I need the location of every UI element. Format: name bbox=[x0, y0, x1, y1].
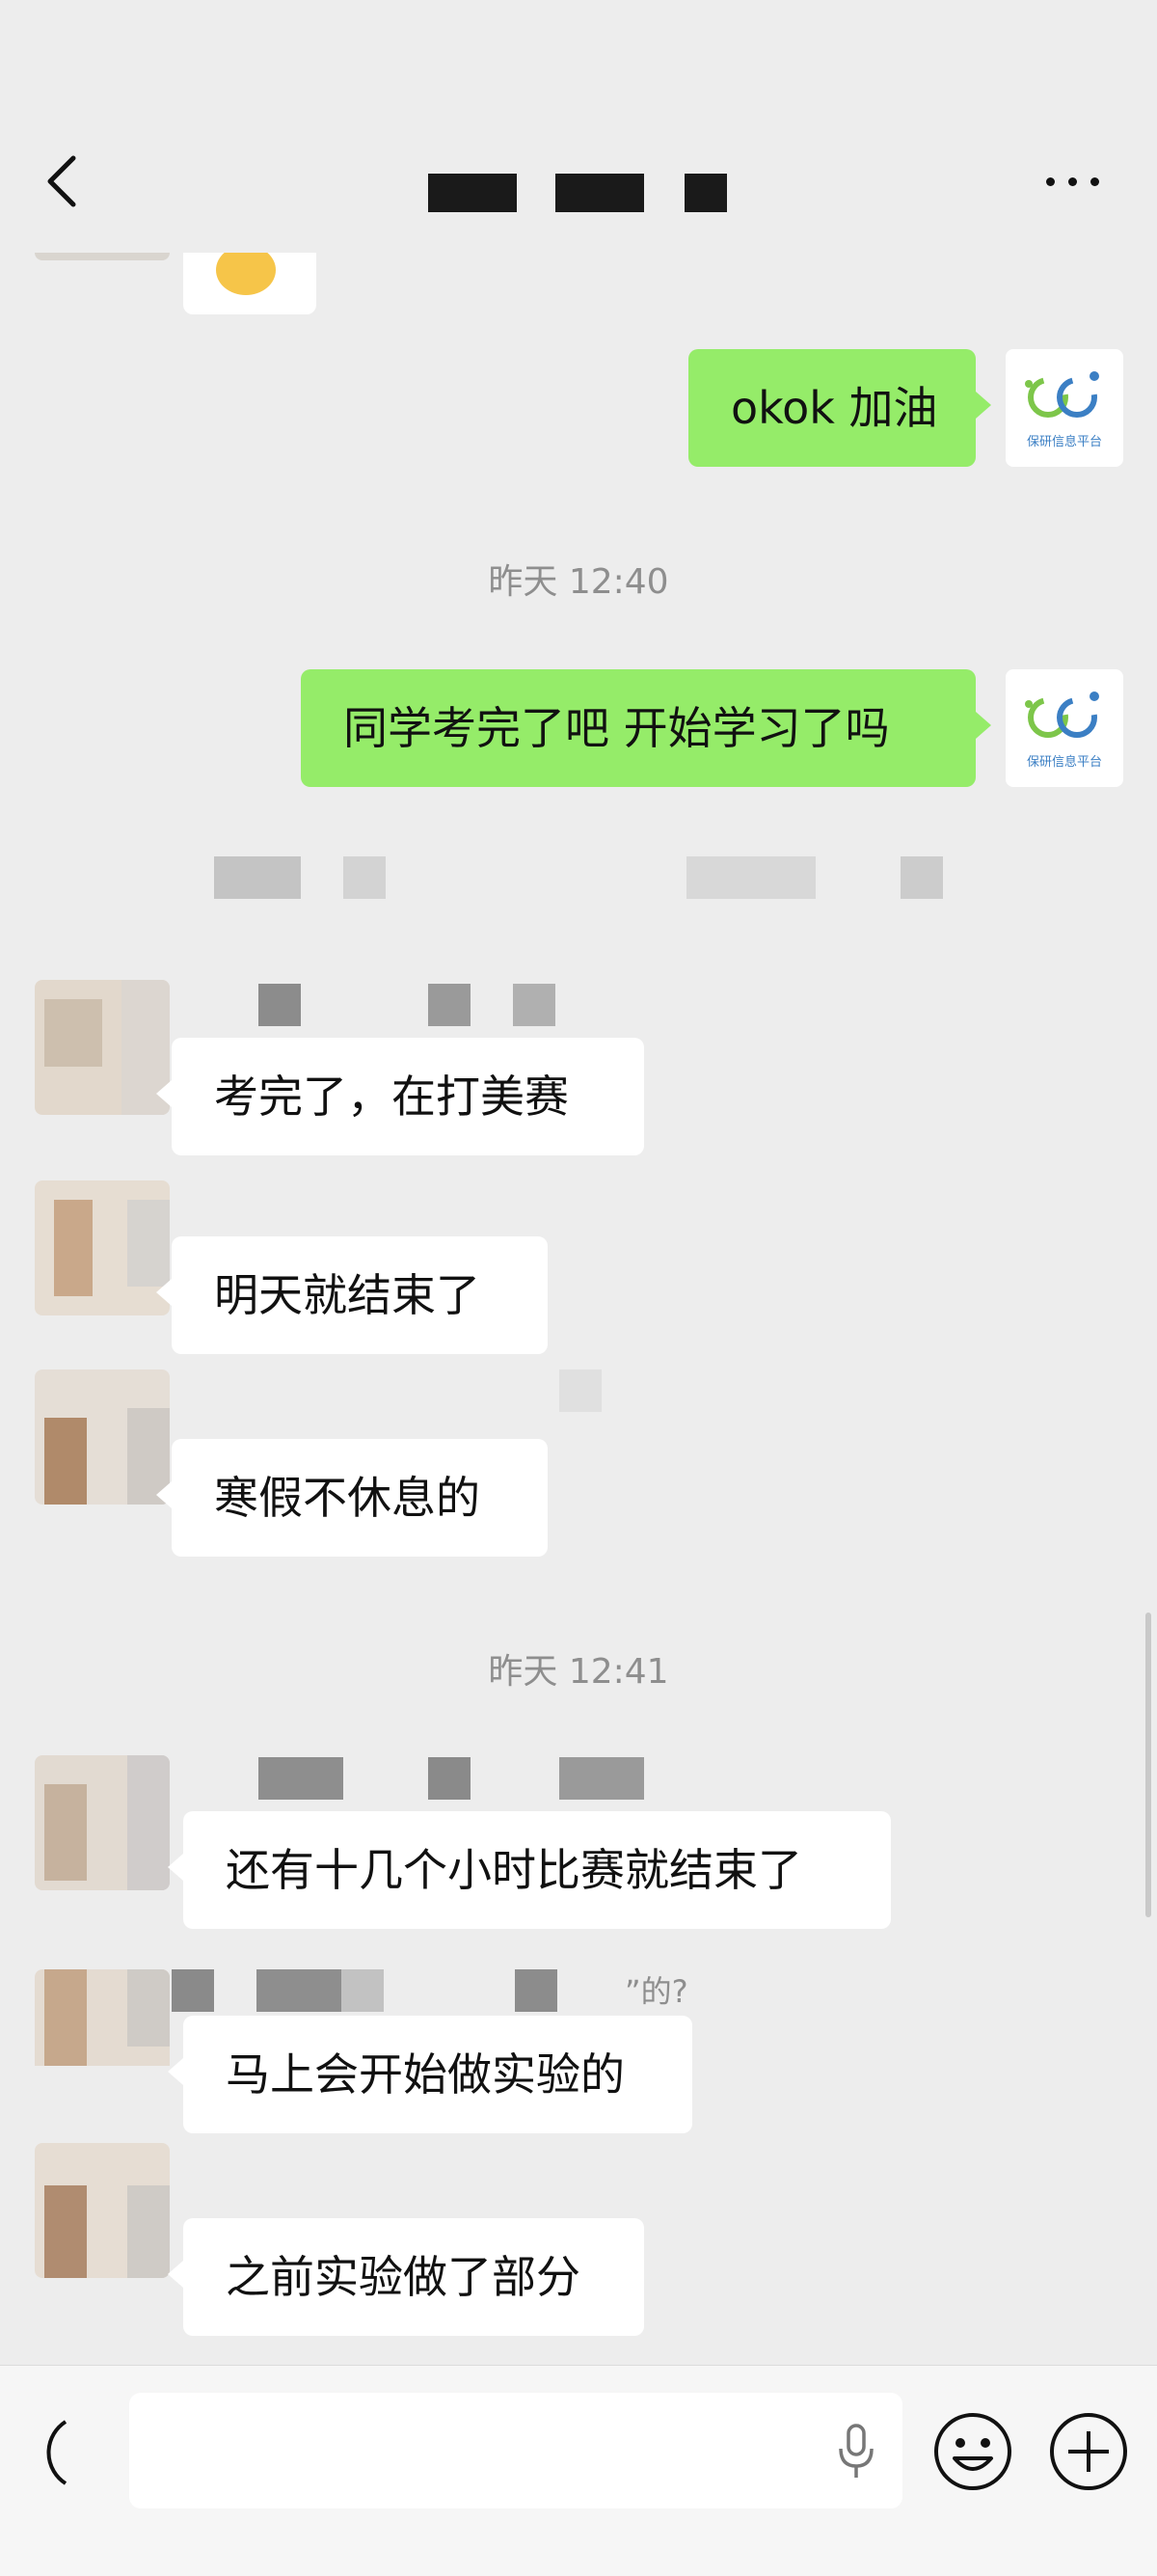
composer-bar bbox=[0, 2365, 1157, 2576]
message-bubble-sent[interactable]: okok 加油 bbox=[688, 349, 991, 467]
redacted-sender-name bbox=[174, 1757, 694, 1800]
microphone-icon[interactable] bbox=[835, 2422, 877, 2481]
my-avatar[interactable]: 保研信息平台 bbox=[1006, 349, 1123, 467]
chevron-left-icon[interactable] bbox=[39, 154, 87, 208]
timestamp: 昨天 12:41 bbox=[488, 1652, 669, 1692]
message-input-box[interactable] bbox=[129, 2393, 902, 2508]
contact-avatar[interactable] bbox=[35, 1180, 170, 1315]
top-bar bbox=[0, 0, 1157, 253]
sender-name-fragment: ”的? bbox=[625, 1973, 688, 2010]
my-avatar[interactable]: 保研信息平台 bbox=[1006, 669, 1123, 787]
logo-label: 保研信息平台 bbox=[1026, 755, 1102, 770]
chat-area[interactable]: okok 加油 保研信息平台 昨天 12:40 同学考完了吧 开始学习了吗 保研… bbox=[0, 0, 1157, 2363]
contact-avatar[interactable] bbox=[35, 980, 170, 1115]
message-input[interactable] bbox=[129, 2393, 804, 2508]
message-bubble-received[interactable]: 马上会开始做实验的 bbox=[168, 2016, 692, 2133]
chat-title bbox=[424, 170, 733, 212]
message-bubble-sent[interactable]: 同学考完了吧 开始学习了吗 bbox=[301, 669, 991, 787]
message-bubble-received[interactable]: 之前实验做了部分 bbox=[168, 2218, 644, 2336]
message-bubble-received[interactable]: 明天就结束了 bbox=[156, 1236, 548, 1354]
message-bubble-received[interactable]: 考完了，在打美赛 bbox=[156, 1038, 644, 1155]
redacted-sender-name bbox=[174, 1369, 617, 1412]
voice-toggle-icon[interactable] bbox=[25, 2416, 81, 2489]
scrollbar[interactable] bbox=[1145, 1613, 1151, 1917]
redacted-system-notice bbox=[214, 856, 947, 899]
message-bubble-received[interactable]: 寒假不休息的 bbox=[156, 1439, 548, 1557]
contact-avatar[interactable] bbox=[35, 1369, 170, 1505]
emoji-icon[interactable] bbox=[931, 2410, 1014, 2493]
timestamp: 昨天 12:40 bbox=[488, 562, 669, 602]
contact-avatar[interactable] bbox=[35, 1755, 170, 1890]
contact-avatar[interactable] bbox=[35, 1969, 170, 2104]
logo-label: 保研信息平台 bbox=[1026, 435, 1102, 449]
plus-icon[interactable] bbox=[1047, 2410, 1130, 2493]
contact-avatar[interactable] bbox=[35, 2143, 170, 2278]
redacted-sender-name bbox=[172, 1969, 557, 2012]
message-bubble-received[interactable]: 还有十几个小时比赛就结束了 bbox=[168, 1811, 891, 1929]
redacted-sender-name bbox=[174, 984, 646, 1026]
more-dots-icon[interactable] bbox=[1046, 174, 1100, 189]
